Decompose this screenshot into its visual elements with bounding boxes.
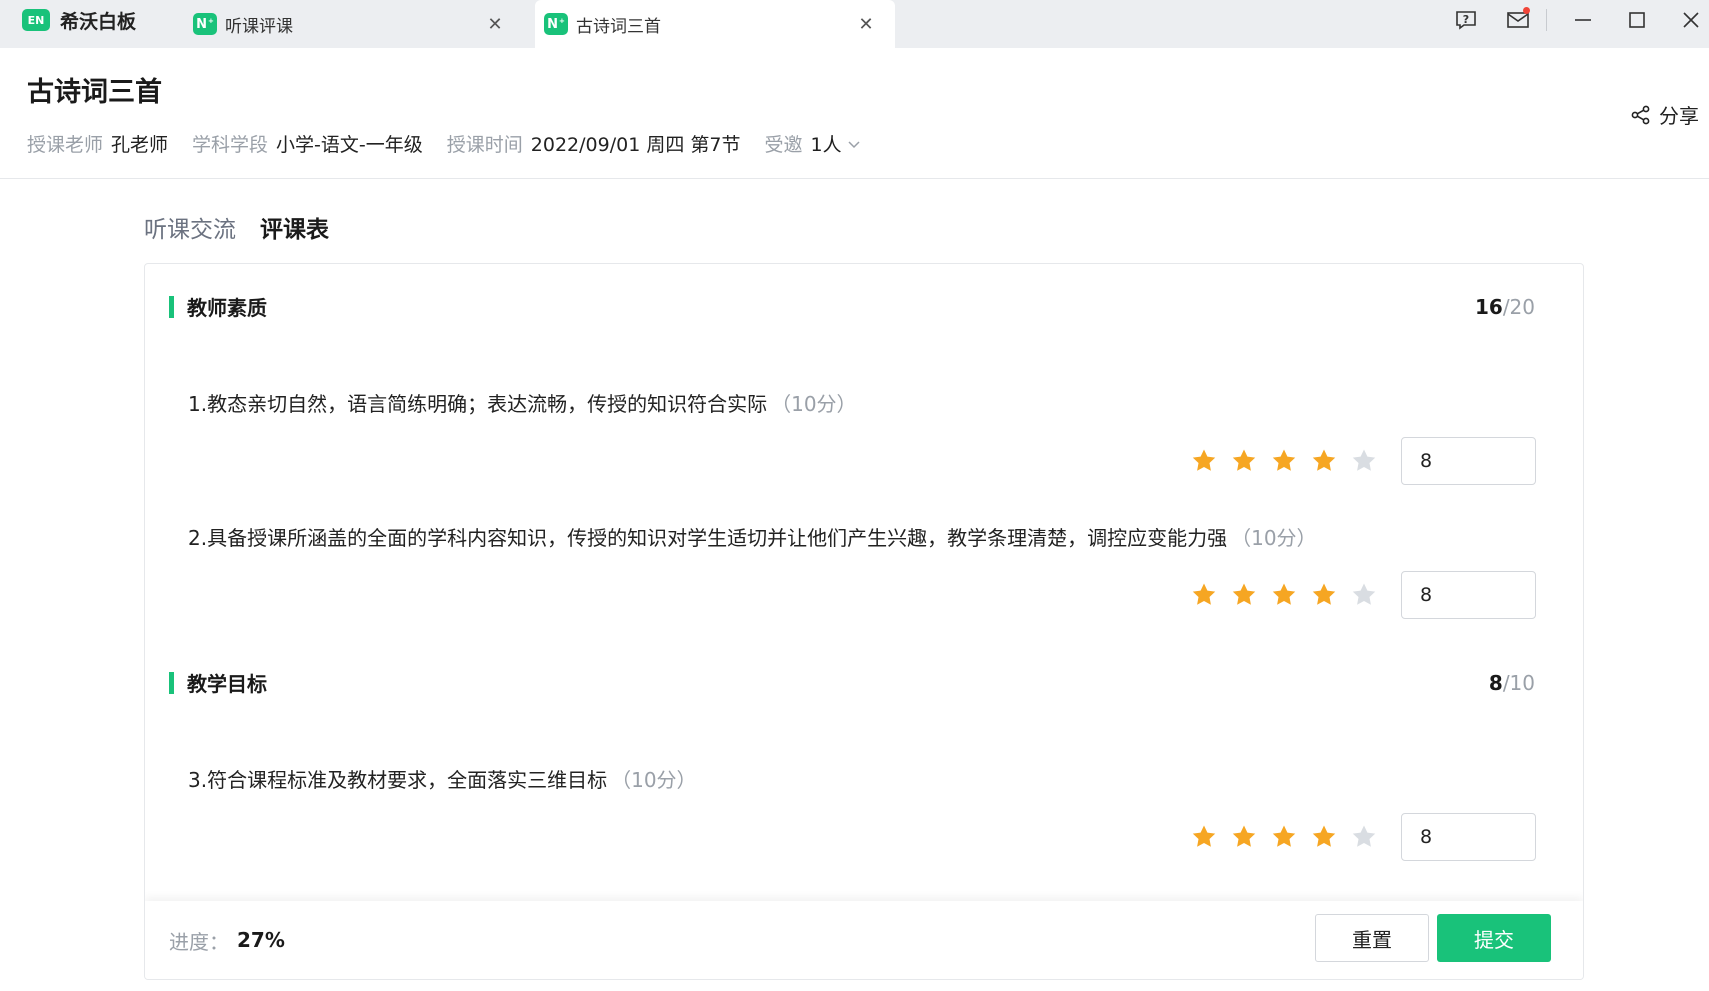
question-rating bbox=[1191, 437, 1536, 485]
close-icon[interactable]: ✕ bbox=[484, 13, 506, 35]
question-text: 1.教态亲切自然，语言简练明确；表达流畅，传授的知识符合实际 （10分） bbox=[188, 392, 857, 416]
teacher-value: 孔老师 bbox=[111, 134, 169, 156]
section-header: 教师素质 16/20 bbox=[169, 292, 1535, 321]
star-rating[interactable] bbox=[1191, 582, 1377, 608]
title-bar: EN 希沃白板 N + 听课评课 ✕ N + 古诗词三首 ✕ ? bbox=[0, 0, 1709, 48]
question-rating bbox=[1191, 813, 1536, 861]
window-controls: ? bbox=[1448, 6, 1709, 34]
close-window-icon[interactable] bbox=[1673, 6, 1709, 34]
tab-label: 听课评课 bbox=[225, 16, 293, 37]
star-icon[interactable] bbox=[1351, 582, 1377, 608]
star-icon[interactable] bbox=[1191, 448, 1217, 474]
divider bbox=[0, 178, 1709, 179]
star-rating[interactable] bbox=[1191, 824, 1377, 850]
section-score: 16/20 bbox=[1474, 294, 1535, 319]
app-brand[interactable]: EN 希沃白板 bbox=[22, 0, 136, 40]
divider bbox=[1546, 9, 1547, 31]
star-icon[interactable] bbox=[1351, 824, 1377, 850]
reset-button[interactable]: 重置 bbox=[1315, 914, 1429, 962]
score-input[interactable] bbox=[1401, 437, 1536, 485]
progress-value: 27% bbox=[237, 928, 285, 952]
form-footer: 进度： 27% 重置 提交 bbox=[145, 901, 1583, 979]
star-rating[interactable] bbox=[1191, 448, 1377, 474]
star-icon[interactable] bbox=[1191, 582, 1217, 608]
tab-listen-review[interactable]: N + 听课评课 ✕ bbox=[184, 0, 524, 48]
section-header: 教学目标 8/10 bbox=[169, 668, 1535, 697]
star-icon[interactable] bbox=[1271, 824, 1297, 850]
notification-dot bbox=[1523, 7, 1530, 14]
chevron-down-icon bbox=[848, 140, 860, 148]
subject-label: 学科学段 bbox=[192, 134, 269, 156]
share-button[interactable]: 分享 bbox=[1631, 100, 1699, 129]
invite-value: 1人 bbox=[810, 134, 842, 156]
maximize-icon[interactable] bbox=[1619, 6, 1655, 34]
share-label: 分享 bbox=[1659, 104, 1699, 128]
star-icon[interactable] bbox=[1231, 824, 1257, 850]
star-icon[interactable] bbox=[1271, 448, 1297, 474]
time-label: 授课时间 bbox=[446, 134, 523, 156]
app-logo-icon: EN bbox=[22, 9, 50, 31]
star-icon[interactable] bbox=[1351, 448, 1377, 474]
tab-evaluation-form[interactable]: 评课表 bbox=[260, 210, 329, 266]
app-name: 希沃白板 bbox=[60, 10, 137, 33]
section-score: 8/10 bbox=[1488, 670, 1535, 695]
page-title: 古诗词三首 bbox=[27, 77, 162, 108]
tab-app-icon: N + bbox=[193, 13, 217, 35]
subject-value: 小学-语文-一年级 bbox=[276, 134, 423, 156]
invite-dropdown[interactable]: 1人 bbox=[810, 130, 861, 157]
svg-text:?: ? bbox=[1463, 13, 1469, 26]
share-icon bbox=[1631, 105, 1650, 124]
submit-button[interactable]: 提交 bbox=[1437, 914, 1551, 962]
star-icon[interactable] bbox=[1231, 448, 1257, 474]
question-text: 2.具备授课所涵盖的全面的学科内容知识，传授的知识对学生适切并让他们产生兴趣，教… bbox=[188, 526, 1317, 550]
section-title: 教师素质 bbox=[187, 296, 267, 320]
help-icon[interactable]: ? bbox=[1448, 6, 1484, 34]
score-input[interactable] bbox=[1401, 813, 1536, 861]
star-icon[interactable] bbox=[1191, 824, 1217, 850]
star-icon[interactable] bbox=[1231, 582, 1257, 608]
close-icon[interactable]: ✕ bbox=[855, 13, 877, 35]
star-icon[interactable] bbox=[1311, 582, 1337, 608]
star-icon[interactable] bbox=[1311, 824, 1337, 850]
section-marker bbox=[169, 671, 174, 694]
tab-discussion[interactable]: 听课交流 bbox=[144, 210, 236, 262]
teacher-label: 授课老师 bbox=[27, 134, 104, 156]
lesson-meta: 授课老师 孔老师 学科学段 小学-语文-一年级 授课时间 2022/09/01 … bbox=[27, 130, 862, 157]
tab-app-icon: N + bbox=[544, 13, 568, 35]
section-marker bbox=[169, 295, 174, 318]
section-title: 教学目标 bbox=[187, 672, 267, 696]
minimize-icon[interactable] bbox=[1565, 6, 1601, 34]
subtab-bar: 听课交流 评课表 bbox=[144, 210, 329, 266]
mail-icon[interactable] bbox=[1500, 6, 1536, 34]
star-icon[interactable] bbox=[1271, 582, 1297, 608]
question-text: 3.符合课程标准及教材要求，全面落实三维目标 （10分） bbox=[188, 768, 697, 792]
question-rating bbox=[1191, 571, 1536, 619]
score-input[interactable] bbox=[1401, 571, 1536, 619]
invite-label: 受邀 bbox=[764, 134, 803, 156]
evaluation-form: 教师素质 16/20 1.教态亲切自然，语言简练明确；表达流畅，传授的知识符合实… bbox=[144, 263, 1584, 980]
tab-label: 古诗词三首 bbox=[576, 16, 661, 37]
time-value: 2022/09/01 周四 第7节 bbox=[530, 134, 741, 156]
star-icon[interactable] bbox=[1311, 448, 1337, 474]
progress-label: 进度： bbox=[169, 929, 229, 954]
tab-lesson[interactable]: N + 古诗词三首 ✕ bbox=[535, 0, 895, 48]
